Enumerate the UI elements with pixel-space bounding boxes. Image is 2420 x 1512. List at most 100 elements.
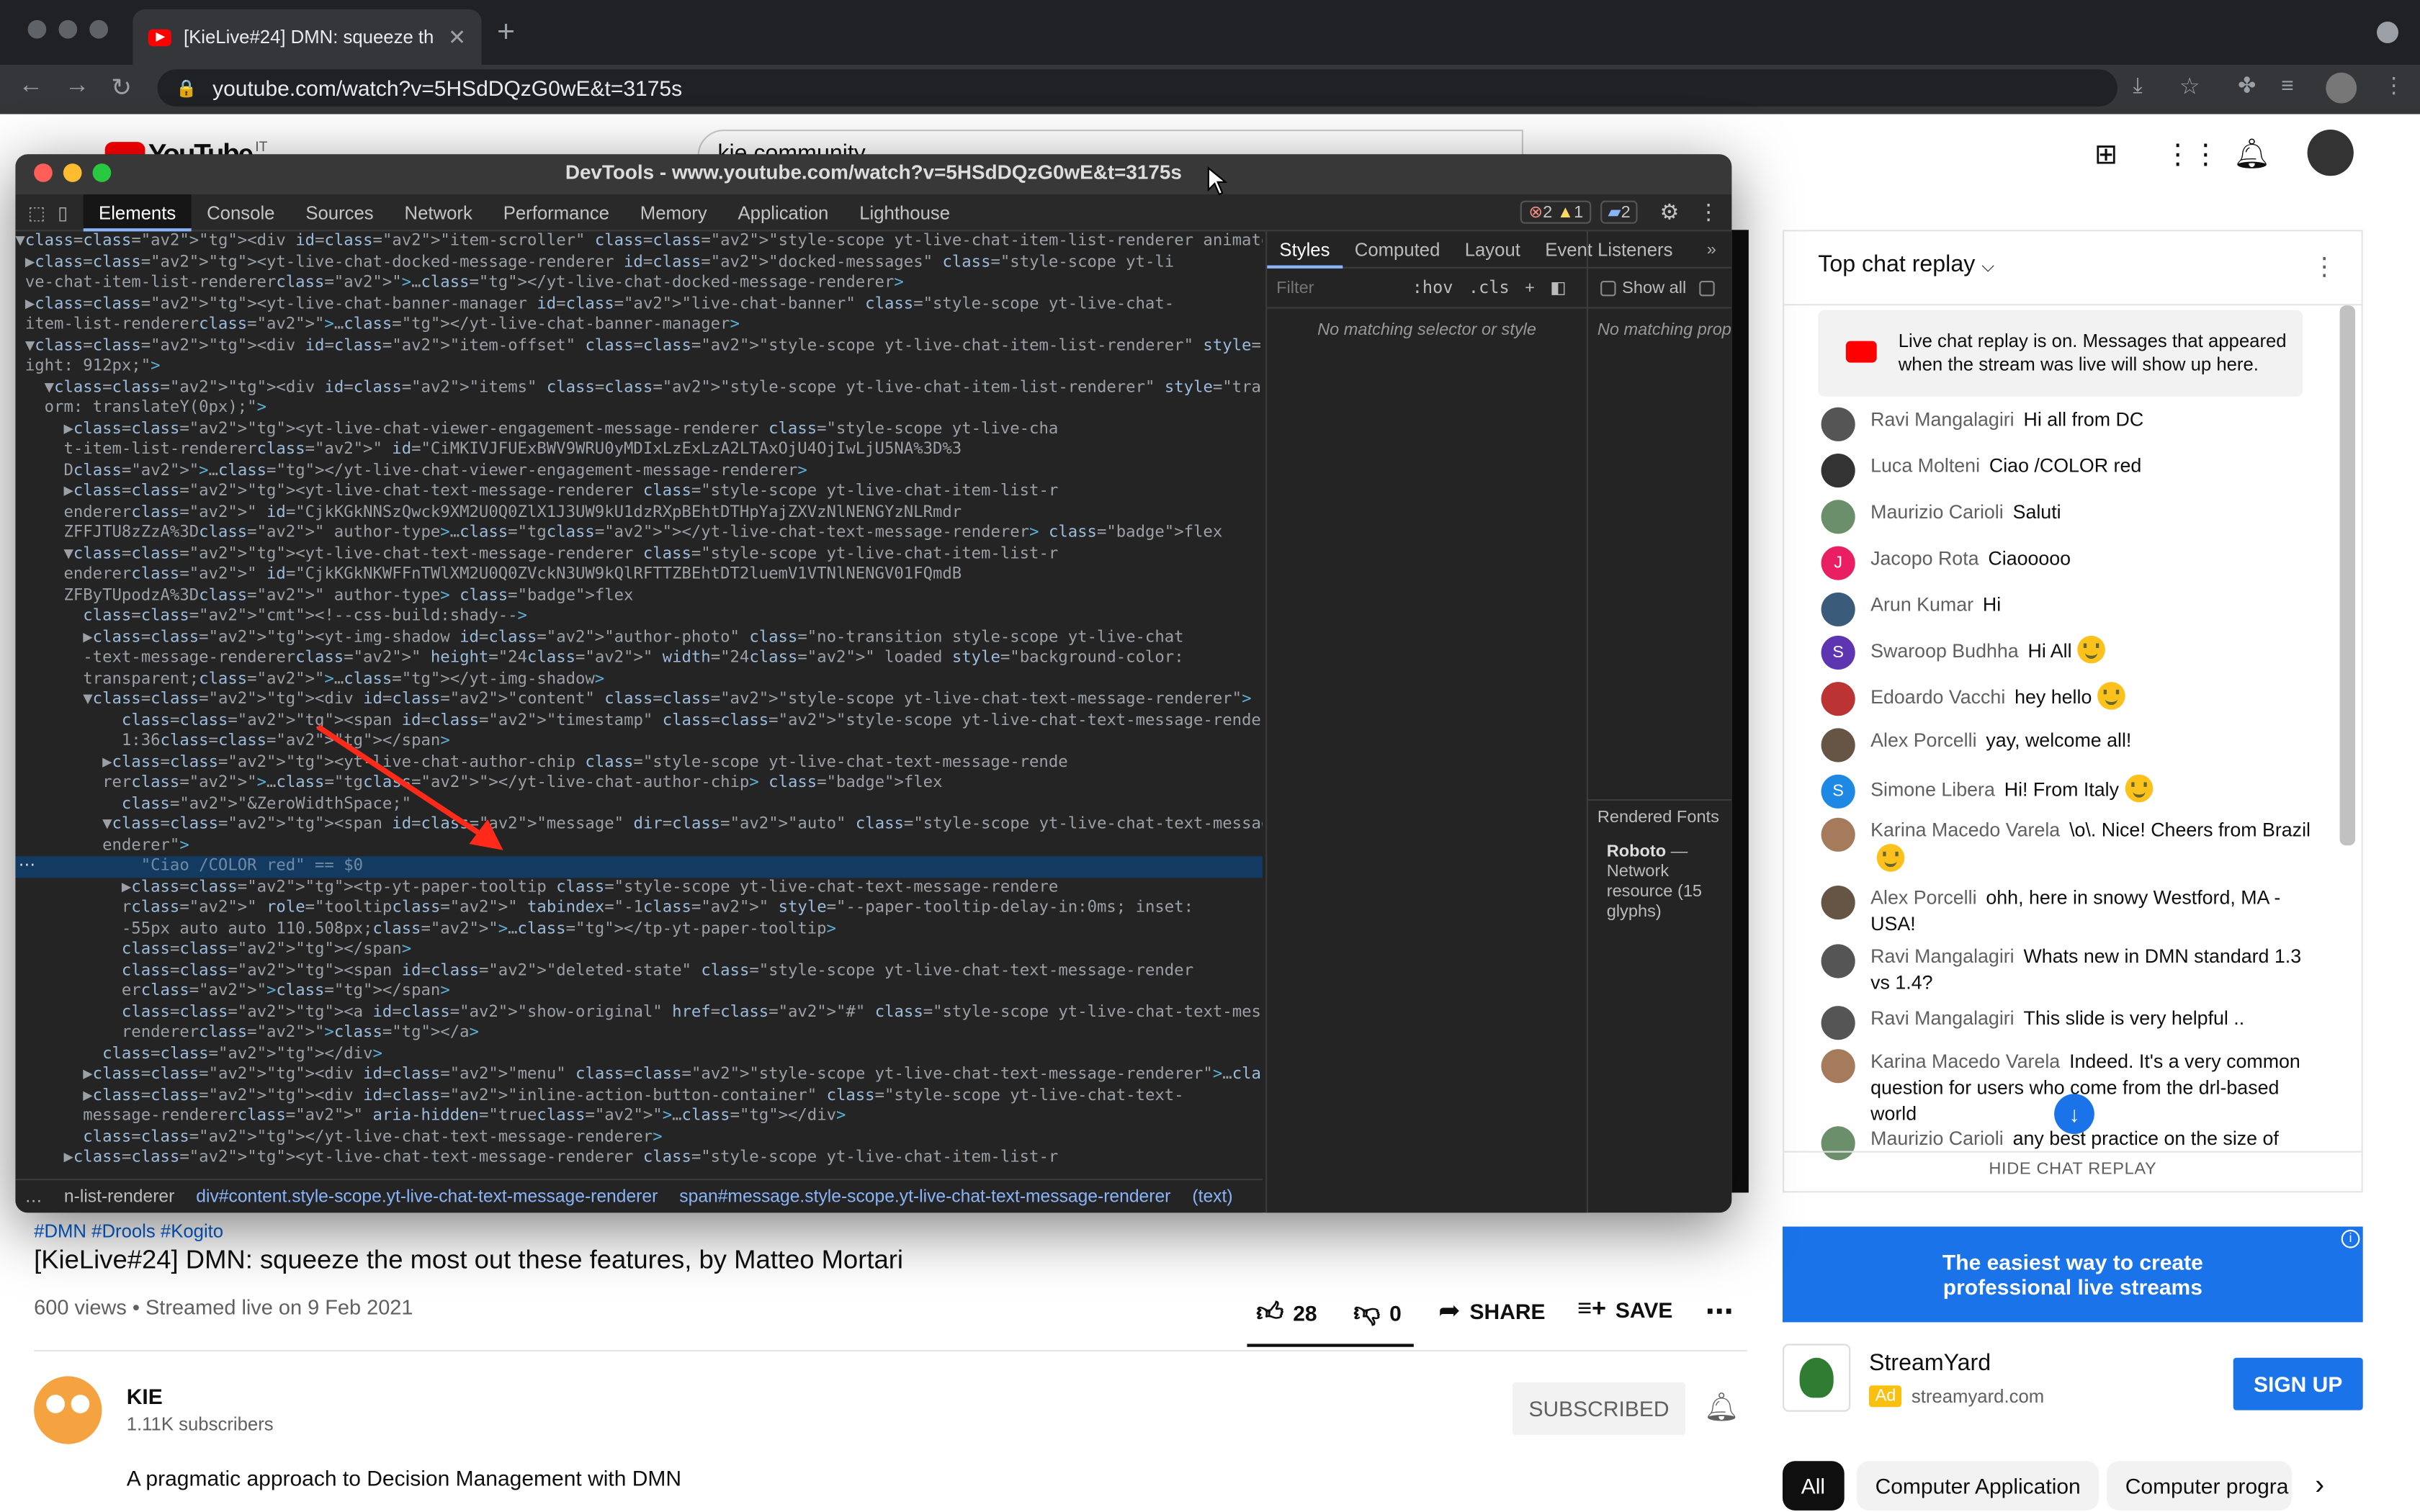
show-all-checkbox[interactable] (1600, 279, 1616, 296)
dom-tree-line[interactable]: class=class="av2">"tg"></span> (15, 940, 1262, 960)
chat-author-avatar[interactable] (1821, 1006, 1855, 1040)
toggle-sidebar-icon[interactable]: ◧ (1550, 278, 1566, 298)
dom-tree-line[interactable]: ▶class=class="av2">"tg"><yt-live-chat-te… (15, 482, 1262, 503)
dom-tree-line[interactable]: t-item-list-rendererclass="av2">" id="Ci… (15, 440, 1262, 461)
window-zoom-button[interactable] (89, 19, 108, 39)
devtools-tab-memory[interactable]: Memory (624, 194, 722, 230)
chat-author-name[interactable]: Ravi Mangalagiri (1870, 946, 2015, 968)
chat-message[interactable]: Ravi Mangalagiri Hi all from DC (1821, 407, 2316, 441)
chat-author-avatar[interactable] (1821, 592, 1855, 626)
channel-name[interactable]: KIE (127, 1384, 163, 1408)
chat-author-avatar[interactable]: S (1821, 635, 1855, 670)
settings-gear-icon[interactable]: ⚙ (1660, 199, 1680, 225)
more-actions-icon[interactable]: ⋯ (1706, 1296, 1734, 1328)
dom-tree-line[interactable]: ZFFJTU8zZzA%3Dclass="av2">" author-type>… (15, 523, 1262, 544)
tab-search-icon[interactable] (2377, 22, 2398, 43)
devtools-tab-lighthouse[interactable]: Lighthouse (844, 194, 966, 230)
styles-filter-input[interactable] (1276, 278, 1397, 297)
apps-grid-icon[interactable]: ⋮⋮ (2164, 139, 2219, 171)
share-button[interactable]: ➦ SHARE (1438, 1296, 1545, 1327)
chat-message[interactable]: Maurizio Carioli Saluti (1821, 500, 2316, 534)
dom-tree-line[interactable]: ▶class=class="av2">"tg"><yt-img-shadow i… (15, 627, 1262, 648)
hov-toggle[interactable]: :hov (1412, 278, 1453, 298)
chip-computer-programming[interactable]: Computer progra (2107, 1461, 2293, 1511)
dom-tree-line[interactable]: endererclass="av2">" id="CjkKGkNKWFFnTWl… (15, 564, 1262, 585)
chevron-right-icon[interactable]: › (2315, 1469, 2324, 1501)
devtools-tab-performance[interactable]: Performance (488, 194, 624, 230)
chat-author-name[interactable]: Maurizio Carioli (1870, 1128, 2004, 1149)
crumb-text-node[interactable]: (text) (1192, 1187, 1232, 1206)
dom-tree-line[interactable]: ▶class=class="av2">"tg"><div id=class="a… (15, 1086, 1262, 1107)
chat-mode-dropdown[interactable]: Top chat replay ⌵ (1818, 251, 1994, 277)
devtools-menu-icon[interactable]: ⋮ (1698, 199, 1719, 225)
chat-author-name[interactable]: Jacopo Rota (1870, 548, 1978, 570)
dom-tree-line[interactable]: class=class="av2">"tg"><span id=class="a… (15, 960, 1262, 981)
device-toolbar-icon[interactable]: ▯ (58, 202, 84, 223)
chat-author-name[interactable]: Maurizio Carioli (1870, 501, 2004, 523)
dom-tree-line[interactable]: orm: translateY(0px);"> (15, 398, 1262, 419)
devtools-tab-network[interactable]: Network (389, 194, 488, 230)
chat-message[interactable]: Alex Porcelli yay, welcome all! (1821, 728, 2316, 762)
dom-tree-line[interactable]: ▶class=class="av2">"tg"><yt-live-chat-vi… (15, 419, 1262, 440)
dom-tree-line[interactable]: ▶class=class="av2">"tg"><yt-live-chat-te… (15, 1148, 1262, 1169)
dom-tree-line[interactable]: -55px auto auto 110.508px;class="av2">">… (15, 919, 1262, 940)
node-more-icon[interactable]: ⋯ (19, 855, 36, 875)
chat-author-name[interactable]: Karina Macedo Varela (1870, 819, 2060, 841)
chip-all[interactable]: All (1783, 1461, 1844, 1511)
devtools-tab-elements[interactable]: Elements (83, 193, 192, 231)
channel-avatar[interactable] (34, 1376, 102, 1444)
messages-counter[interactable]: ▰2 (1600, 200, 1639, 224)
chat-author-name[interactable]: Karina Macedo Varela (1870, 1050, 2060, 1072)
hide-chat-replay-button[interactable]: HIDE CHAT REPLAY (1784, 1160, 2361, 1179)
cls-toggle[interactable]: .cls (1469, 278, 1510, 298)
dom-tree-line[interactable]: transparent;class="av2">">…class="tg"></… (15, 669, 1262, 690)
url-bar[interactable]: 🔒 youtube.com/watch?v=5HSdDQzG0wE&t=3175… (157, 69, 2118, 107)
dom-tree-line[interactable]: class="av2">"&ZeroWidthSpace;" (15, 794, 1262, 815)
devtools-tab-console[interactable]: Console (192, 194, 290, 230)
chat-author-avatar[interactable] (1821, 1049, 1855, 1084)
chat-author-avatar[interactable]: J (1821, 546, 1855, 580)
ad-info-icon[interactable]: i (2341, 1229, 2360, 1248)
chat-message[interactable]: Ravi Mangalagiri This slide is very helpf… (1821, 1006, 2316, 1040)
devtools-close-button[interactable] (34, 163, 53, 182)
dom-tree-line[interactable]: ▼class=class="av2">"tg"><div id=class="a… (15, 377, 1263, 398)
dom-tree-line[interactable]: erclass="av2">">class="tg"></span> (15, 981, 1262, 1002)
reload-icon[interactable]: ↻ (111, 73, 132, 104)
dom-tree-line[interactable]: Dclass="av2">">…class="tg"></yt-live-cha… (15, 461, 1262, 482)
browser-tab[interactable]: [KieLive#24] DMN: squeeze th ✕ (133, 9, 482, 66)
styles-tab-styles[interactable]: Styles (1267, 230, 1343, 268)
chat-author-avatar[interactable]: S (1821, 774, 1855, 809)
account-avatar[interactable] (2307, 130, 2354, 176)
chat-author-avatar[interactable] (1821, 817, 1855, 852)
chat-more-icon[interactable]: ⋮ (2312, 251, 2336, 282)
dom-tree-line[interactable]: rendererclass="av2">">class="tg"></a> (15, 1023, 1262, 1044)
dislike-button[interactable]: 👎︎ 0 (1353, 1296, 1402, 1328)
crumb-content-div[interactable]: div#content.style-scope.yt-live-chat-tex… (196, 1187, 658, 1206)
create-video-icon[interactable]: ⊞ (2094, 139, 2118, 171)
dom-tree-line[interactable]: ▼class=class="av2">"tg"><div id=class="a… (15, 336, 1263, 356)
chat-author-avatar[interactable] (1821, 728, 1855, 762)
chat-author-name[interactable]: Luca Molteni (1870, 455, 1980, 477)
chat-author-name[interactable]: Alex Porcelli (1870, 730, 1976, 752)
styles-tab-computed[interactable]: Computed (1343, 238, 1453, 260)
dom-tree-line[interactable]: class=class="av2">"cmt"><!--css-build:sh… (15, 606, 1262, 627)
chat-author-avatar[interactable] (1821, 682, 1855, 716)
crumbs-more-icon[interactable]: … (24, 1187, 42, 1206)
chat-message[interactable]: S Swaroop Budhha Hi All (1821, 635, 2316, 670)
devtools-zoom-button[interactable] (92, 163, 112, 182)
bookmark-star-icon[interactable]: ☆ (2179, 73, 2200, 100)
chat-message[interactable]: Alex Porcelli ohh, here in snowy Westford… (1821, 886, 2316, 938)
dom-tree-line[interactable]: enderer"> (15, 835, 1262, 856)
profile-avatar[interactable] (2326, 72, 2357, 104)
sign-up-button[interactable]: SIGN UP (2233, 1357, 2363, 1410)
dom-tree-line[interactable]: ▶class=class="av2">"tg"><div id=class="a… (15, 1065, 1263, 1086)
more-tabs-icon[interactable]: » (1588, 231, 1732, 269)
dom-tree-line[interactable]: rclass="av2">" role="tooltipclass="av2">… (15, 898, 1262, 919)
chat-author-avatar[interactable] (1821, 454, 1855, 488)
crumb-list-renderer[interactable]: n-list-renderer (64, 1187, 174, 1206)
dom-tree-line[interactable]: item-list-rendererclass="av2">">…class="… (15, 315, 1262, 336)
chat-author-avatar[interactable] (1821, 500, 1855, 534)
save-button[interactable]: ≡+ SAVE (1577, 1296, 1672, 1324)
reading-list-icon[interactable]: ≡ (2281, 73, 2294, 97)
dom-tree-line[interactable]: ▼class=class="av2">"tg"><div id=class="a… (15, 231, 1262, 252)
